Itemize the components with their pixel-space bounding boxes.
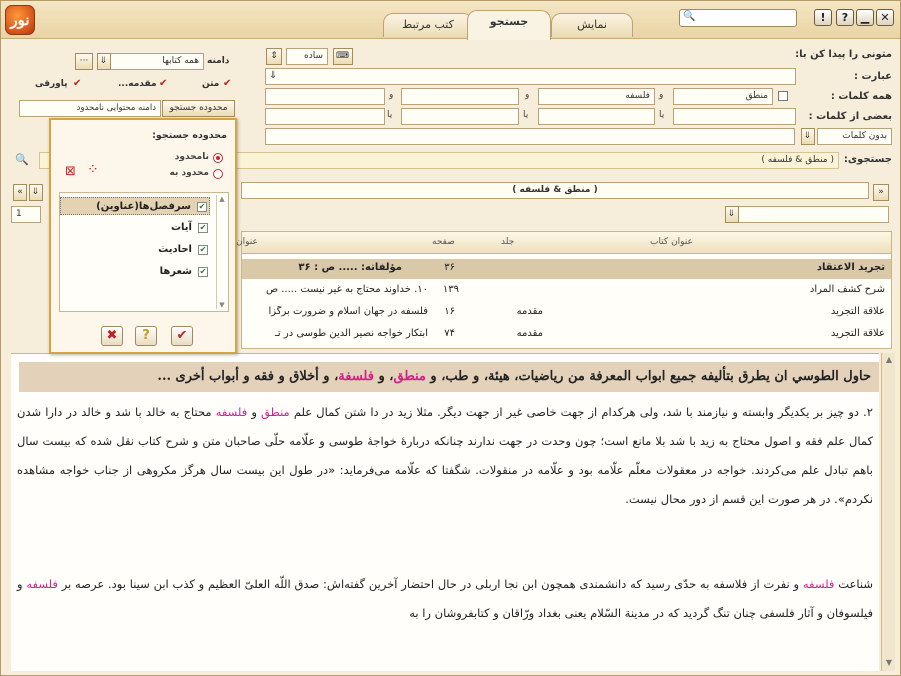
deselect-all-icon[interactable]: ⊠ [65, 164, 76, 179]
reader-heading: حاول الطوسي ان يطرق بتأليفه جميع ابواب ا… [19, 362, 879, 392]
scroll-down-icon[interactable]: ▼ [217, 301, 227, 309]
results-table: عنوان کتاب جلد صفحه عنوان تجريد الاعتقاد… [236, 231, 892, 349]
search-scope-popup: محدوده جستجو: نامحدود محدود به ⊠ ⁘ ✔ سرفص… [49, 118, 237, 354]
intro-option-label: مقدمه... [118, 79, 157, 89]
result-expression: ( منطق & فلسفه ) [241, 182, 869, 199]
or-label-3: یا [387, 110, 393, 120]
footnote-checkbox[interactable]: ✔ [73, 78, 81, 89]
scope-item-headings[interactable]: ✔ سرفصل‌ها(عناوین) [60, 197, 210, 215]
all-words-checkbox[interactable] [778, 91, 788, 101]
and-label-2: و [525, 90, 530, 100]
text-option-label: متن [202, 79, 220, 89]
reader-scrollbar[interactable]: ▲ ▼ [881, 353, 895, 671]
reader-paragraph-1: ۲. دو چيز بر يكديگر وابسته و نيازمند با … [17, 405, 873, 506]
table-row[interactable]: تجريد الاعتقاد ۳۶ مؤلفاته: ..... ص : ۳۶ [242, 259, 891, 279]
footnote-option-label: پاورقی [35, 79, 68, 89]
unlimited-radio[interactable] [213, 153, 223, 163]
table-row[interactable]: علاقة التجريد مقدمه ۷۴ ابتكار خواجه نصير… [242, 325, 891, 345]
table-row[interactable]: علاقة التجريد مقدمه ۱۶ فلسفه در جهان اسل… [242, 303, 891, 323]
title-bar: نور کتب مرتبط جستجو نمایش 🔍 ! ? ▁ ✕ [1, 1, 900, 40]
all-words-label: همه کلمات : [830, 91, 892, 102]
some-words-field-4[interactable] [265, 108, 385, 125]
table-header: عنوان کتاب جلد صفحه عنوان [236, 232, 891, 254]
nav-down-icon[interactable]: ⇓ [29, 184, 43, 201]
search-expr-label: جستجوی: [843, 154, 892, 165]
all-words-field-1[interactable]: منطق [673, 88, 773, 105]
mode-select[interactable]: ساده [286, 48, 328, 65]
without-words-select[interactable]: بدون کلمات [817, 128, 892, 145]
col-book-title[interactable]: عنوان کتاب [650, 237, 693, 247]
scroll-up-icon[interactable]: ▲ [217, 195, 227, 203]
domain-dropdown-icon[interactable]: ⇓ [97, 53, 111, 70]
keyboard-icon[interactable]: ⌨ [333, 48, 353, 65]
col-volume[interactable]: جلد [501, 237, 514, 247]
find-label: متونی را پیدا کن با: [795, 49, 892, 60]
unlimited-label: نامحدود [174, 152, 209, 162]
domain-select[interactable]: همه کتابها [110, 53, 204, 70]
info-button[interactable]: ! [814, 9, 832, 26]
or-label-1: یا [659, 110, 665, 120]
text-reader: حاول الطوسي ان يطرق بتأليفه جميع ابواب ا… [11, 353, 879, 671]
text-checkbox[interactable]: ✔ [223, 78, 231, 89]
popup-help-button[interactable]: ? [135, 326, 157, 346]
app-window: نور کتب مرتبط جستجو نمایش 🔍 ! ? ▁ ✕ متون… [0, 0, 901, 676]
nav-first-icon[interactable]: « [873, 184, 889, 201]
limited-label: محدود به [169, 168, 209, 178]
and-label-3: و [389, 90, 394, 100]
col-address[interactable]: عنوان [236, 237, 258, 247]
all-words-field-2[interactable]: فلسفه [538, 88, 655, 105]
scroll-down-icon[interactable]: ▼ [882, 658, 896, 667]
without-words-input[interactable] [265, 128, 795, 145]
scope-item-poems[interactable]: ✔ شعرها [60, 263, 210, 281]
without-dropdown-icon[interactable]: ⇓ [801, 128, 815, 145]
limited-radio[interactable] [213, 169, 223, 179]
all-words-field-3[interactable] [401, 88, 519, 105]
table-row[interactable]: شرح كشف المراد ۱۳۹ ۱۰. خداوند محتاج به غ… [242, 281, 891, 301]
reader-paragraph-2: شناعت فلسفه و نفرت از فلاسفه به حدّى رسي… [17, 577, 873, 620]
close-button[interactable]: ✕ [876, 9, 894, 26]
filter-select[interactable] [725, 206, 889, 223]
nav-last-icon[interactable]: » [13, 184, 27, 201]
scope-button[interactable]: محدوده جستجو [162, 100, 235, 117]
tab-related-books[interactable]: کتب مرتبط [383, 13, 473, 37]
quick-search-input[interactable]: 🔍 [679, 9, 797, 27]
phrase-input[interactable] [265, 68, 796, 85]
app-logo[interactable]: نور [5, 5, 35, 35]
ok-button[interactable]: ✔ [171, 326, 193, 346]
intro-checkbox[interactable]: ✔ [159, 78, 167, 89]
tab-view[interactable]: نمایش [551, 13, 633, 37]
some-words-label: بعضی از کلمات : [808, 111, 892, 122]
help-button[interactable]: ? [836, 9, 854, 26]
scope-list-scrollbar[interactable]: ▲ ▼ [216, 195, 226, 309]
tab-search[interactable]: جستجو [467, 10, 551, 40]
some-words-field-3[interactable] [401, 108, 519, 125]
phrase-dropdown-icon[interactable]: ⇓ [269, 70, 277, 81]
minimize-button[interactable]: ▁ [856, 9, 874, 26]
search-icon: 🔍 [683, 11, 696, 22]
find-icon[interactable]: 🔍 [15, 153, 29, 166]
some-words-field-1[interactable] [673, 108, 796, 125]
cancel-button[interactable]: ✖ [101, 326, 123, 346]
scope-item-hadiths[interactable]: ✔ احادیث [60, 241, 210, 259]
select-all-icon[interactable]: ⁘ [87, 162, 99, 178]
scope-value: دامنه محتوایی نامحدود [19, 100, 161, 117]
col-page[interactable]: صفحه [432, 237, 455, 247]
page-number-input[interactable]: 1 [11, 206, 41, 223]
domain-label: دامنه [207, 56, 230, 66]
mode-dropdown-icon[interactable]: ⇕ [266, 48, 282, 65]
scroll-up-icon[interactable]: ▲ [882, 355, 896, 364]
filter-dropdown-icon[interactable]: ⇓ [725, 206, 739, 223]
scope-item-verses[interactable]: ✔ آیات [60, 219, 210, 237]
phrase-label: عبارت : [854, 71, 892, 82]
and-label-1: و [659, 90, 664, 100]
domain-more-button[interactable]: ··· [75, 53, 93, 70]
or-label-2: یا [523, 110, 529, 120]
popup-title: محدوده جستجو: [152, 130, 227, 141]
scope-list: ✔ سرفصل‌ها(عناوین) ✔ آیات ✔ احادیث ✔ شعرها ▲… [59, 192, 229, 312]
all-words-field-4[interactable] [265, 88, 385, 105]
some-words-field-2[interactable] [538, 108, 655, 125]
